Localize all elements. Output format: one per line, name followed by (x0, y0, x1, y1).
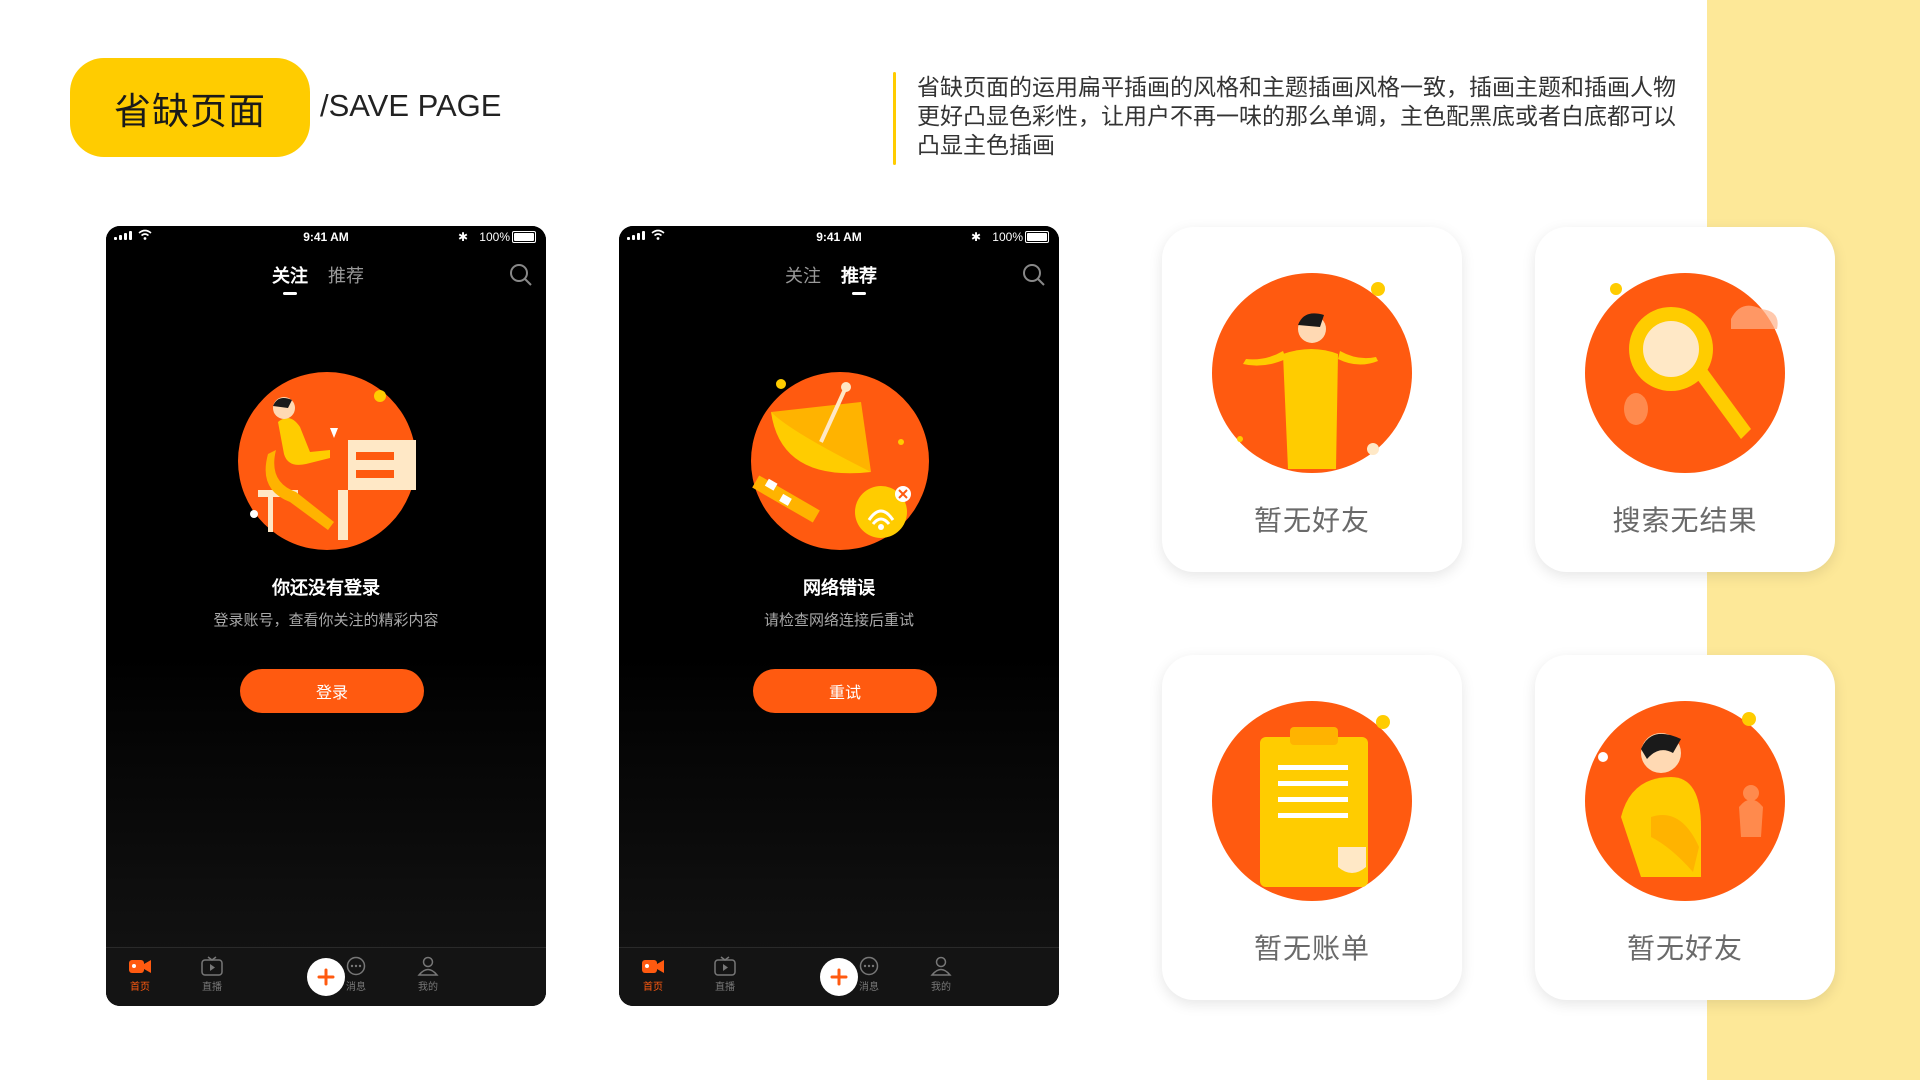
tab-label: 关注 (785, 266, 821, 287)
top-tabs: 关注 推荐 (106, 262, 546, 302)
tabbar-label: 直播 (715, 982, 735, 993)
phone-screen: 9:41 AM ✱ 100% 关注 推荐 (619, 226, 1059, 1006)
page-title: 省缺页面 (114, 89, 266, 133)
tab-label: 推荐 (328, 266, 364, 287)
status-bar: 9:41 AM ✱ 100% (106, 226, 546, 248)
empty-card-no-bills: 暂无账单 (1162, 655, 1462, 1000)
tabbar-label: 首页 (643, 982, 663, 993)
user-icon (930, 956, 952, 976)
tabbar-item-live[interactable]: 直播 (192, 956, 232, 993)
tv-icon (714, 956, 736, 976)
bottom-tab-bar: 首页 直播 消息 我的 (106, 947, 546, 1006)
empty-card-no-search-results: 搜索无结果 (1535, 227, 1835, 572)
message-icon (346, 956, 366, 976)
search-icon[interactable] (508, 262, 534, 288)
tab-recommend[interactable]: 推荐 (841, 262, 877, 295)
plus-icon (317, 968, 335, 986)
bottom-tab-bar: 首页 直播 消息 我的 (619, 947, 1059, 1006)
login-button[interactable]: 登录 (240, 669, 424, 713)
satellite-dish-wifi-illustration (751, 372, 929, 550)
magnifier-illustration (1585, 273, 1785, 473)
empty-state-title: 网络错误 (803, 578, 875, 599)
tab-indicator (852, 292, 866, 295)
tabbar-item-home[interactable]: 首页 (633, 956, 673, 993)
search-icon[interactable] (1021, 262, 1047, 288)
card-label: 暂无好友 (1253, 504, 1370, 537)
bluetooth-icon: ✱ (970, 230, 981, 244)
status-bar: 9:41 AM ✱ 100% (619, 226, 1059, 248)
top-tabs: 关注 推荐 (619, 262, 1059, 302)
empty-state-title: 你还没有登录 (272, 578, 380, 599)
sitting-person-illustration (1585, 701, 1785, 901)
empty-state-subtitle: 请检查网络连接后重试 (763, 611, 914, 629)
tabbar-label: 消息 (346, 982, 366, 993)
person-sitting-at-desk-illustration (238, 372, 416, 550)
card-label: 搜索无结果 (1612, 504, 1758, 537)
tab-follow[interactable]: 关注 (272, 262, 308, 295)
phone-not-logged-in: 9:41 AM ✱ 100% 关注 推荐 你还没有登录 登录账号，查看你关注的精… (106, 226, 546, 1006)
tabbar-item-profile[interactable]: 我的 (408, 956, 448, 993)
tabbar-label: 我的 (931, 982, 951, 993)
tab-follow[interactable]: 关注 (785, 262, 821, 288)
title-badge: 省缺页面 (70, 58, 310, 157)
plus-icon (830, 968, 848, 986)
page-description: 省缺页面的运用扁平插画的风格和主题插画风格一致，插画主题和插画人物更好凸显色彩性… (917, 75, 1676, 159)
clipboard-illustration (1212, 701, 1412, 901)
tab-label: 推荐 (841, 266, 877, 287)
page-subtitle: /SAVE PAGE (320, 88, 502, 123)
tabbar-item-messages[interactable]: 消息 (849, 956, 889, 993)
retry-button[interactable]: 重试 (753, 669, 937, 713)
tabbar-item-profile[interactable]: 我的 (921, 956, 961, 993)
phone-screen: 9:41 AM ✱ 100% 关注 推荐 (106, 226, 546, 1006)
tab-recommend[interactable]: 推荐 (328, 262, 364, 288)
tab-indicator (283, 292, 297, 295)
message-icon (859, 956, 879, 976)
battery-icon (512, 231, 536, 243)
empty-card-no-friends-2: 暂无好友 (1535, 655, 1835, 1000)
battery-icon (1025, 231, 1049, 243)
user-icon (417, 956, 439, 976)
tabbar-label: 直播 (202, 982, 222, 993)
battery-percent: 100% (992, 230, 1023, 244)
tabbar-label: 消息 (859, 982, 879, 993)
description-accent-bar (893, 72, 896, 165)
phone-network-error: 9:41 AM ✱ 100% 关注 推荐 网络错误 请检查网络连接后重试 重试 … (619, 226, 1059, 1006)
card-label: 暂无账单 (1253, 932, 1370, 965)
video-camera-icon (642, 960, 664, 973)
tabbar-label: 我的 (418, 982, 438, 993)
tabbar-item-messages[interactable]: 消息 (336, 956, 376, 993)
empty-card-no-friends: 暂无好友 (1162, 227, 1462, 572)
battery-percent: 100% (479, 230, 510, 244)
card-label: 暂无好友 (1626, 932, 1743, 965)
tab-label: 关注 (272, 266, 308, 287)
tv-icon (201, 956, 223, 976)
tabbar-item-home[interactable]: 首页 (120, 956, 160, 993)
tabbar-label: 首页 (130, 982, 150, 993)
video-camera-icon (129, 960, 151, 973)
shrugging-person-illustration (1212, 273, 1412, 473)
bluetooth-icon: ✱ (457, 230, 468, 244)
tabbar-item-live[interactable]: 直播 (705, 956, 745, 993)
empty-state-subtitle: 登录账号，查看你关注的精彩内容 (213, 611, 439, 629)
